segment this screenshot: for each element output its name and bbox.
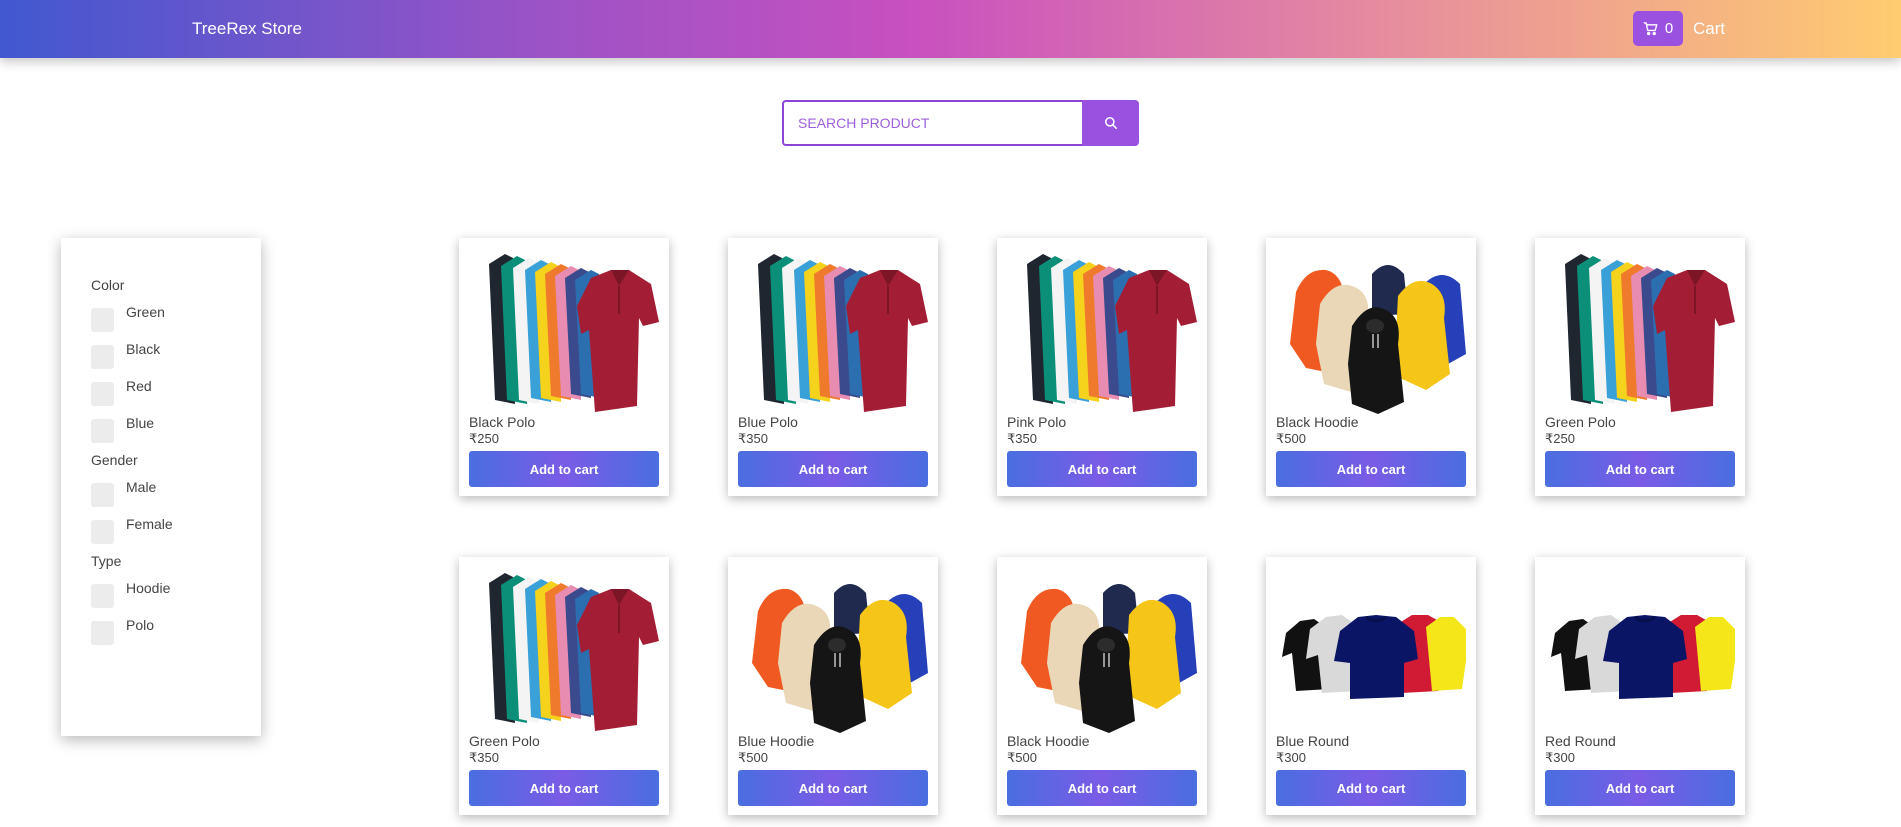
product-card[interactable]: Black Polo ₹250 Add to cart — [459, 238, 669, 496]
add-to-cart-button[interactable]: Add to cart — [1007, 451, 1197, 487]
product-card[interactable]: Red Round ₹300 Add to cart — [1535, 557, 1745, 815]
hoodies-image — [1290, 265, 1466, 414]
round-tshirts-image — [1545, 563, 1735, 735]
product-name: Black Polo — [469, 414, 536, 430]
add-to-cart-button[interactable]: Add to cart — [738, 451, 928, 487]
add-to-cart-button[interactable]: Add to cart — [1545, 770, 1735, 806]
product-name: Black Hoodie — [1007, 733, 1090, 749]
product-name: Black Hoodie — [1276, 414, 1359, 430]
filter-option-blue[interactable]: Blue — [91, 415, 155, 443]
product-price: ₹350 — [469, 750, 499, 765]
store-brand[interactable]: TreeRex Store — [192, 19, 302, 39]
filter-label: Polo — [126, 617, 155, 633]
product-price: ₹350 — [1007, 431, 1037, 446]
product-price: ₹500 — [738, 750, 768, 765]
filter-option-green[interactable]: Green — [91, 304, 165, 332]
product-image[interactable] — [469, 244, 659, 416]
product-image[interactable] — [1276, 563, 1466, 735]
product-name: Red Round — [1545, 733, 1616, 749]
filter-panel: Color Green Black Red Blue Gender Male F… — [61, 238, 261, 736]
filter-option-hoodie[interactable]: Hoodie — [91, 580, 171, 608]
search-input[interactable] — [782, 100, 1082, 146]
filter-option-black[interactable]: Black — [91, 341, 161, 369]
product-image[interactable] — [1007, 563, 1197, 735]
product-card[interactable]: Black Hoodie ₹500 Add to cart — [997, 557, 1207, 815]
product-price: ₹300 — [1545, 750, 1575, 765]
round-tshirts-image — [1276, 563, 1466, 735]
polo-shirts-image — [489, 254, 659, 412]
cart-count: 0 — [1664, 20, 1674, 37]
filter-label: Blue — [126, 415, 155, 431]
product-price: ₹250 — [1545, 431, 1575, 446]
product-card[interactable]: Blue Hoodie ₹500 Add to cart — [728, 557, 938, 815]
product-name: Blue Hoodie — [738, 733, 815, 749]
product-name: Green Polo — [1545, 414, 1616, 430]
product-image[interactable] — [1007, 244, 1197, 416]
product-card[interactable]: Blue Polo ₹350 Add to cart — [728, 238, 938, 496]
product-price: ₹250 — [469, 431, 499, 446]
product-name: Blue Round — [1276, 733, 1350, 749]
checkbox[interactable] — [91, 419, 114, 443]
product-name: Green Polo — [469, 733, 540, 749]
filter-label: Black — [126, 341, 161, 357]
filter-option-red[interactable]: Red — [91, 378, 152, 406]
polo-shirts-image — [1565, 254, 1735, 412]
add-to-cart-button[interactable]: Add to cart — [738, 770, 928, 806]
search-icon — [1104, 116, 1117, 130]
product-card[interactable]: Green Polo ₹250 Add to cart — [1535, 238, 1745, 496]
product-image[interactable] — [469, 563, 659, 735]
filter-heading-type: Type — [91, 553, 122, 569]
product-price: ₹300 — [1276, 750, 1306, 765]
product-name: Pink Polo — [1007, 414, 1067, 430]
cart-icon — [1643, 22, 1658, 36]
product-price: ₹500 — [1276, 431, 1306, 446]
filter-heading-color: Color — [91, 277, 125, 293]
checkbox[interactable] — [91, 345, 114, 369]
product-image[interactable] — [1545, 563, 1735, 735]
checkbox[interactable] — [91, 520, 114, 544]
filter-label: Green — [126, 304, 165, 320]
product-image[interactable] — [1545, 244, 1735, 416]
product-image[interactable] — [1276, 244, 1466, 416]
product-price: ₹350 — [738, 431, 768, 446]
add-to-cart-button[interactable]: Add to cart — [469, 770, 659, 806]
filter-option-female[interactable]: Female — [91, 516, 173, 544]
filter-label: Female — [126, 516, 173, 532]
checkbox[interactable] — [91, 621, 114, 645]
product-card[interactable]: Black Hoodie ₹500 Add to cart — [1266, 238, 1476, 496]
polo-shirts-image — [758, 254, 928, 412]
checkbox[interactable] — [91, 584, 114, 608]
add-to-cart-button[interactable]: Add to cart — [469, 451, 659, 487]
filter-label: Male — [126, 479, 157, 495]
product-card[interactable]: Blue Round ₹300 Add to cart — [1266, 557, 1476, 815]
checkbox[interactable] — [91, 483, 114, 507]
product-image[interactable] — [738, 563, 928, 735]
filter-option-male[interactable]: Male — [91, 479, 157, 507]
add-to-cart-button[interactable]: Add to cart — [1276, 451, 1466, 487]
hoodies-image — [752, 584, 928, 733]
product-card[interactable]: Pink Polo ₹350 Add to cart — [997, 238, 1207, 496]
polo-shirts-image — [489, 573, 659, 731]
search-button[interactable] — [1082, 100, 1139, 146]
cart-link[interactable]: Cart — [1693, 19, 1725, 39]
checkbox[interactable] — [91, 308, 114, 332]
filter-heading-gender: Gender — [91, 452, 138, 468]
polo-shirts-image — [1027, 254, 1197, 412]
cart-count-button[interactable]: 0 — [1633, 11, 1683, 46]
product-image[interactable] — [738, 244, 928, 416]
add-to-cart-button[interactable]: Add to cart — [1276, 770, 1466, 806]
top-navbar: TreeRex Store 0 Cart — [0, 0, 1901, 58]
filter-option-polo[interactable]: Polo — [91, 617, 155, 645]
product-name: Blue Polo — [738, 414, 798, 430]
product-card[interactable]: Green Polo ₹350 Add to cart — [459, 557, 669, 815]
add-to-cart-button[interactable]: Add to cart — [1545, 451, 1735, 487]
hoodies-image — [1021, 584, 1197, 733]
filter-label: Red — [126, 378, 152, 394]
search-bar — [782, 100, 1139, 146]
checkbox[interactable] — [91, 382, 114, 406]
add-to-cart-button[interactable]: Add to cart — [1007, 770, 1197, 806]
product-price: ₹500 — [1007, 750, 1037, 765]
filter-label: Hoodie — [126, 580, 171, 596]
